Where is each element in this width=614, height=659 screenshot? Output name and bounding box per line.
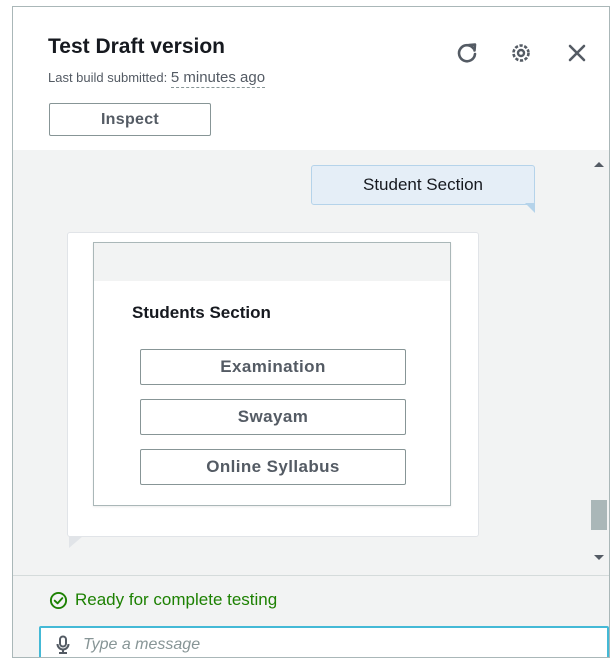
panel-header: Test Draft version Last build submitted:…	[13, 7, 609, 150]
status-text: Ready for complete testing	[75, 590, 278, 609]
chat-footer: Ready for complete testing	[13, 575, 609, 657]
response-card: Students Section Examination Swayam Onli…	[93, 242, 451, 506]
examination-button[interactable]: Examination	[140, 349, 406, 385]
user-message-tail	[525, 203, 535, 213]
swayam-button[interactable]: Swayam	[140, 399, 406, 435]
refresh-icon[interactable]	[455, 41, 479, 65]
close-icon[interactable]	[565, 41, 589, 65]
scroll-thumb[interactable]	[591, 500, 607, 530]
inspect-button[interactable]: Inspect	[49, 103, 211, 136]
user-message-bubble: Student Section	[311, 165, 535, 205]
card-image-area	[94, 243, 450, 281]
settings-icon[interactable]	[509, 41, 533, 65]
card-title: Students Section	[132, 303, 271, 322]
panel-title: Test Draft version	[48, 35, 225, 58]
message-input-box[interactable]	[39, 626, 609, 657]
test-chatbot-panel: Test Draft version Last build submitted:…	[12, 6, 610, 658]
scroll-down-arrow-icon[interactable]	[594, 555, 604, 560]
build-time: 5 minutes ago	[170, 69, 266, 88]
online-syllabus-button[interactable]: Online Syllabus	[140, 449, 406, 485]
scroll-up-arrow-icon[interactable]	[594, 162, 604, 167]
chat-transcript: Student Section Students Section Examina…	[13, 150, 609, 575]
bot-response-tail	[69, 536, 83, 548]
build-status-line: Last build submitted: 5 minutes ago	[48, 69, 266, 88]
microphone-icon[interactable]	[55, 635, 71, 655]
build-status-prefix: Last build submitted:	[48, 70, 168, 85]
check-circle-icon	[49, 591, 68, 609]
test-status: Ready for complete testing	[49, 590, 277, 610]
message-input[interactable]	[83, 636, 607, 654]
chat-scrollbar[interactable]	[588, 150, 609, 575]
